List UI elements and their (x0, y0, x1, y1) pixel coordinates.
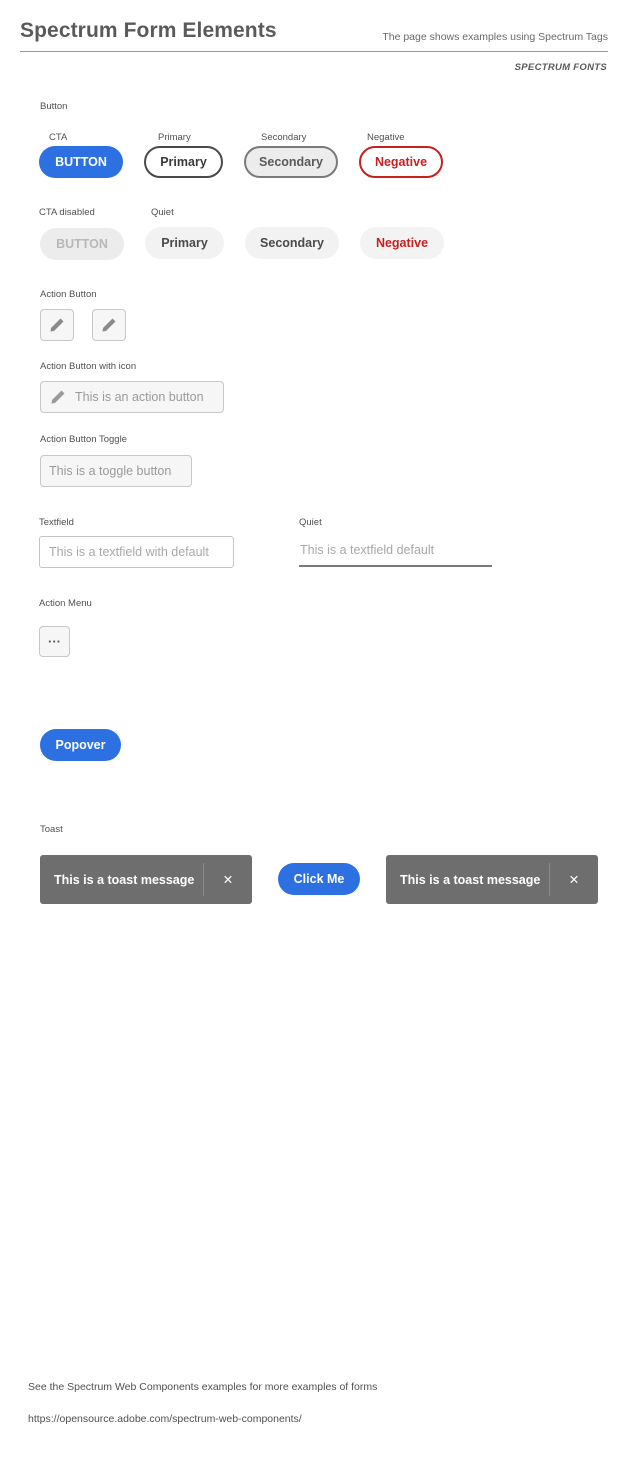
quiet-primary-button[interactable]: Primary (145, 227, 224, 259)
popover-button[interactable]: Popover (40, 729, 121, 761)
quiet-secondary-button[interactable]: Secondary (245, 227, 339, 259)
edit-action-button[interactable] (40, 309, 74, 341)
click-me-button[interactable]: Click Me (278, 863, 360, 895)
toast-section-label: Toast (40, 824, 63, 835)
textfield-label: Textfield (39, 517, 74, 528)
action-button-toggle-label: Action Button Toggle (40, 434, 127, 445)
toggle-button[interactable]: This is a toggle button (40, 455, 192, 487)
edit-action-button-2[interactable] (92, 309, 126, 341)
secondary-button[interactable]: Secondary (244, 146, 338, 178)
pencil-icon (51, 390, 65, 404)
action-button-label: Action Button (40, 289, 97, 300)
toast-message: This is a toast message (400, 872, 541, 887)
primary-label: Primary (158, 132, 191, 143)
cta-disabled-button: BUTTON (40, 228, 124, 260)
pencil-icon (102, 318, 116, 332)
quiet-negative-button[interactable]: Negative (360, 227, 444, 259)
toggle-button-text: This is a toggle button (49, 464, 172, 478)
action-menu-label: Action Menu (39, 598, 92, 609)
cta-label: CTA (49, 132, 68, 143)
page-title: Spectrum Form Elements (20, 19, 277, 42)
action-button-with-icon[interactable]: This is an action button (40, 381, 224, 413)
toast-right: This is a toast message ✕ (386, 855, 598, 904)
fonts-label: SPECTRUM FONTS (514, 62, 607, 73)
more-icon[interactable]: ··· (39, 626, 70, 657)
cta-button[interactable]: BUTTON (39, 146, 123, 178)
pencil-icon (50, 318, 64, 332)
negative-label: Negative (367, 132, 405, 143)
header-divider (20, 51, 608, 52)
toast-left: This is a toast message ✕ (40, 855, 252, 904)
button-section-label: Button (40, 101, 68, 112)
page-subtitle: The page shows examples using Spectrum T… (382, 31, 608, 43)
close-icon[interactable]: ✕ (204, 855, 252, 904)
close-icon[interactable]: ✕ (550, 855, 598, 904)
footer-note: See the Spectrum Web Components examples… (28, 1381, 378, 1393)
primary-button[interactable]: Primary (144, 146, 223, 178)
footer-link[interactable]: https://opensource.adobe.com/spectrum-we… (28, 1413, 302, 1425)
action-button-with-icon-text: This is an action button (75, 390, 204, 404)
cta-disabled-label: CTA disabled (39, 207, 95, 218)
action-button-icon-label: Action Button with icon (40, 361, 137, 372)
secondary-label: Secondary (261, 132, 307, 143)
quiet-label: Quiet (151, 207, 174, 218)
quiet-textfield-input[interactable]: This is a textfield default (299, 535, 492, 567)
textfield-input[interactable]: This is a textfield with default (39, 536, 234, 568)
quiet-textfield-label: Quiet (299, 517, 322, 528)
toast-message: This is a toast message (54, 872, 195, 887)
negative-button[interactable]: Negative (359, 146, 443, 178)
